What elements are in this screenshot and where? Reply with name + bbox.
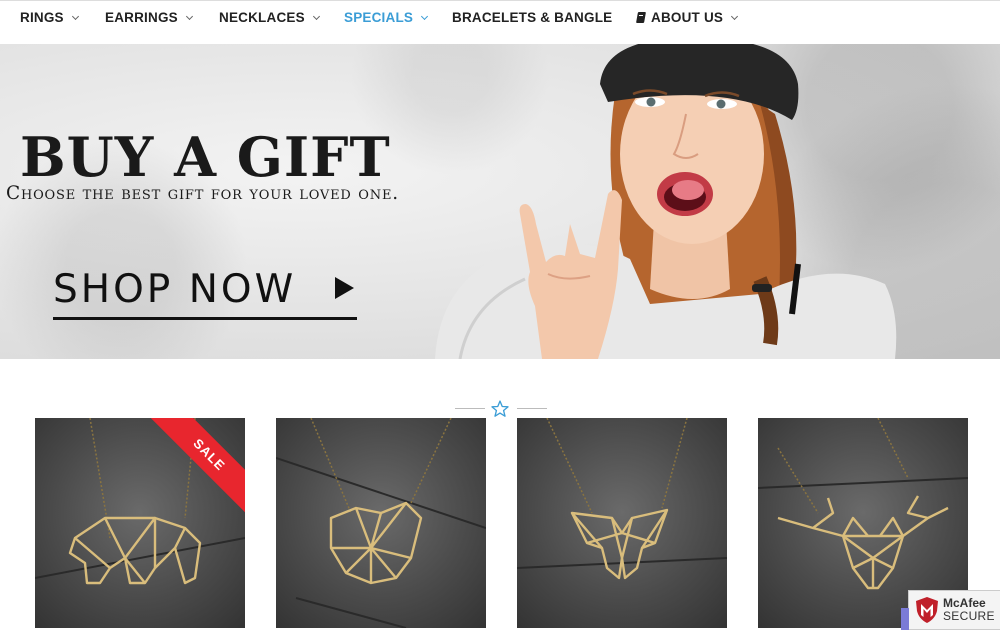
chevron-down-icon [185,12,193,20]
mcafee-secure-badge[interactable]: McAfee SECURE [901,590,1000,630]
hero-title: BUY A GIFT [20,125,391,189]
nav-item-label: BRACELETS & BANGLE [452,10,613,25]
hero-subtitle: Choose the best gift for your loved one. [6,183,399,204]
main-navigation: RINGS EARRINGS NECKLACES SPECIALS BRACEL… [0,0,1000,44]
shop-now-label: SHOP NOW [53,267,297,312]
nav-item-about-us[interactable]: ABOUT US [636,10,739,25]
nav-item-specials[interactable]: SPECIALS [344,10,429,25]
section-divider [455,398,547,420]
product-card-butterfly[interactable] [517,418,727,628]
chevron-down-icon [312,12,320,20]
chat-tab[interactable] [901,608,909,630]
chevron-down-icon [421,12,429,20]
star-icon [491,400,509,417]
nav-item-necklaces[interactable]: NECKLACES [219,10,320,25]
shield-icon [916,597,938,623]
divider-line [455,408,485,409]
nav-item-label: RINGS [20,10,64,25]
butterfly-necklace-image [517,418,727,580]
dog-necklace-image [276,418,486,628]
nav-item-label: EARRINGS [105,10,178,25]
chevron-down-icon [731,12,739,20]
nav-item-label: ABOUT US [651,10,724,25]
nav-item-earrings[interactable]: EARRINGS [105,10,193,25]
product-card-bear[interactable]: SALE [35,418,245,628]
nav-item-label: SPECIALS [344,10,414,25]
hero-banner[interactable]: BUY A GIFT Choose the best gift for your… [0,44,1000,359]
product-card-dog[interactable] [276,418,486,628]
shop-now-button[interactable]: SHOP NOW [53,268,357,320]
chevron-down-icon [71,12,79,20]
nav-item-bracelets-bangle[interactable]: BRACELETS & BANGLE [452,10,612,25]
shop-now-underline [53,317,357,320]
play-arrow-icon [335,277,354,299]
mcafee-secure-label: SECURE [943,609,995,623]
divider-line [517,408,547,409]
nav-item-rings[interactable]: RINGS [20,10,79,25]
nav-item-label: NECKLACES [219,10,305,25]
book-icon [636,12,646,24]
model-photo [435,44,897,359]
